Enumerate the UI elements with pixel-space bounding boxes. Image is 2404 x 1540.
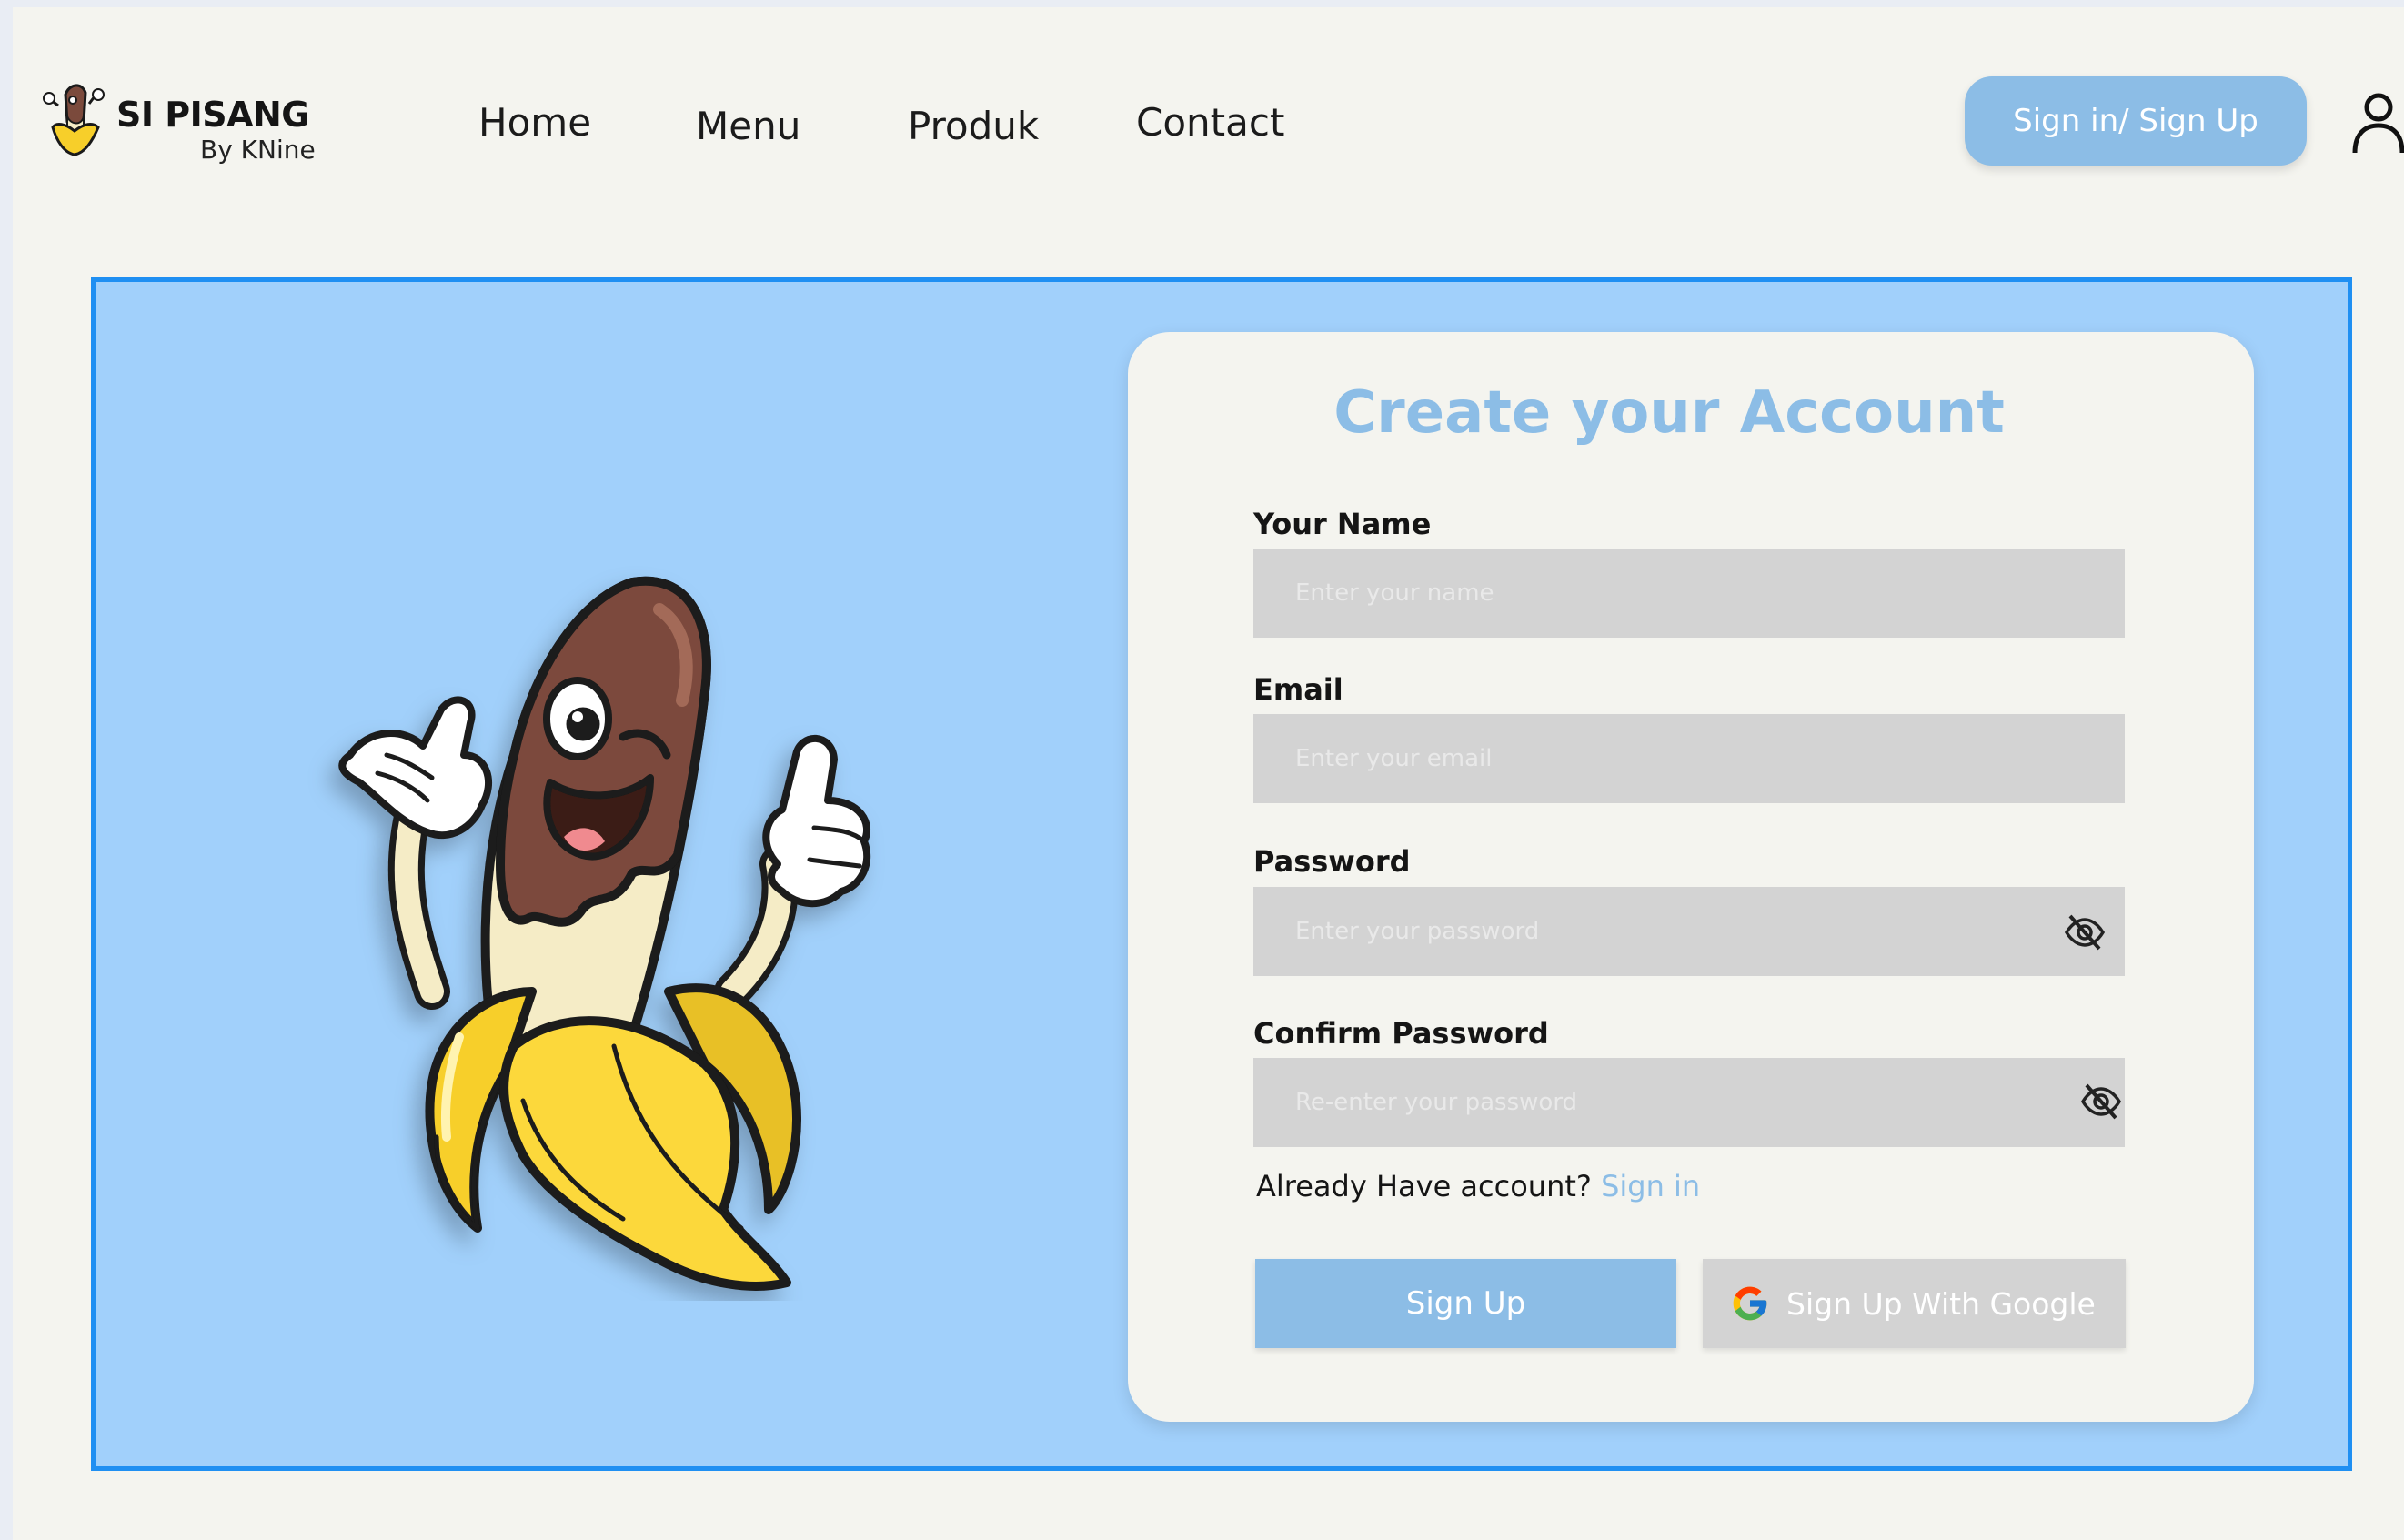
password-input[interactable]	[1253, 887, 2125, 976]
form-title: Create your Account	[1333, 379, 2005, 447]
nav-contact[interactable]: Contact	[1136, 100, 1284, 145]
nav-produk[interactable]: Produk	[908, 104, 1039, 148]
confirm-password-label: Confirm Password	[1253, 1016, 1549, 1051]
email-label: Email	[1253, 672, 1343, 707]
password-label: Password	[1253, 844, 1411, 879]
page: SI PISANG By KNine Home Menu Produk Cont…	[13, 7, 2404, 1540]
signup-hero-panel: Create your Account Your Name Email Pass…	[91, 277, 2352, 1471]
nav-home[interactable]: Home	[478, 100, 591, 145]
google-icon	[1733, 1286, 1767, 1321]
brand-logo[interactable]: SI PISANG By KNine	[38, 76, 347, 176]
banana-mascot-illustration	[338, 576, 871, 1291]
name-label: Your Name	[1253, 507, 1432, 541]
already-have-account-text: Already Have account?	[1256, 1169, 1592, 1203]
brand-title: SI PISANG	[116, 95, 310, 135]
google-signup-button[interactable]: Sign Up With Google	[1703, 1259, 2126, 1348]
confirm-password-input[interactable]	[1253, 1058, 2125, 1147]
signup-button[interactable]: Sign Up	[1255, 1259, 1676, 1348]
nav-menu[interactable]: Menu	[696, 104, 800, 148]
already-have-account: Already Have account? Sign in	[1256, 1169, 1700, 1203]
signin-signup-button[interactable]: Sign in/ Sign Up	[1965, 76, 2307, 166]
user-icon[interactable]	[2350, 89, 2404, 155]
name-input[interactable]	[1253, 549, 2125, 638]
signup-form-card: Create your Account Your Name Email Pass…	[1128, 332, 2254, 1422]
banana-logo-icon	[43, 84, 105, 156]
google-signup-label: Sign Up With Google	[1786, 1285, 2096, 1322]
brand-subtitle: By KNine	[200, 135, 316, 165]
signin-link[interactable]: Sign in	[1601, 1169, 1700, 1203]
eye-off-icon[interactable]	[2063, 911, 2107, 954]
email-input[interactable]	[1253, 714, 2125, 803]
eye-off-icon[interactable]	[2079, 1080, 2123, 1123]
